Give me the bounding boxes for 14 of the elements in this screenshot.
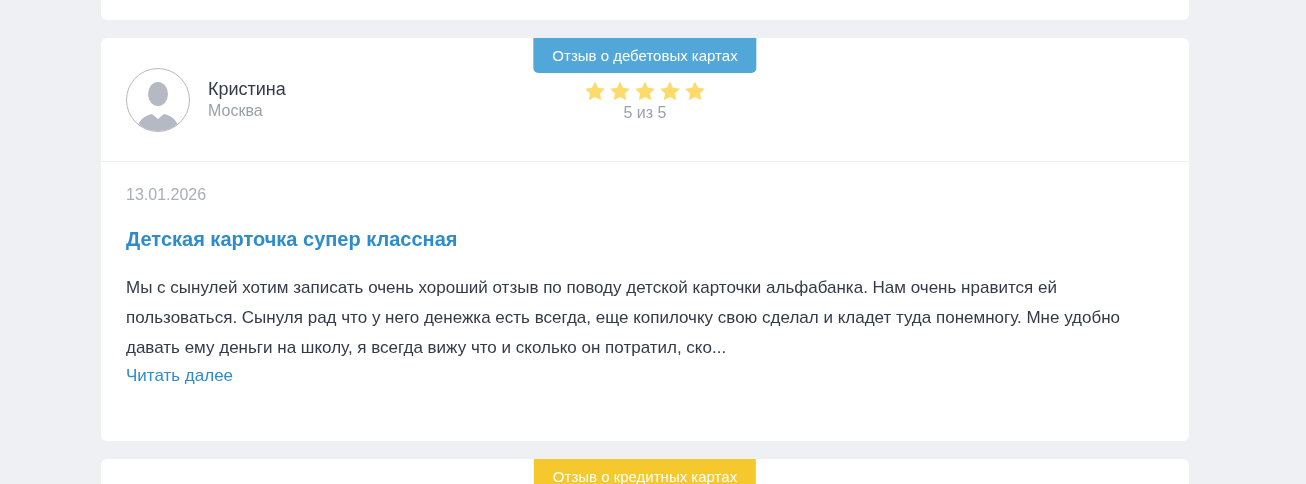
avatar-icon <box>126 67 190 132</box>
review-date: 13.01.2026 <box>126 186 207 204</box>
star-icon <box>658 80 682 102</box>
star-icon <box>633 80 657 102</box>
author-name: Кристина <box>208 79 286 100</box>
star-icon <box>683 80 707 102</box>
review-title: Детская карточка супер классная <box>126 228 458 251</box>
review-text: Мы с сынулей хотим записать очень хороший отзыв по поводу детской карточки альфабанка. Нам очень нравится ей пользоваться. Сынуля рад что у него денежка есть всегда, еще копилочку свою сделал и кладет туда понемногу. Мне удобно давать ему деньги на школу, я всегда вижу что и сколько он потратил, ско... <box>126 277 1122 359</box>
star-icon <box>583 80 607 102</box>
category-tag: Отзыв о дебетовых картах <box>533 38 757 73</box>
star-icon <box>608 80 632 102</box>
read-more-link[interactable]: Читать далее <box>126 363 234 389</box>
rating-text: 5 из 5 <box>623 104 667 122</box>
author-city: Москва <box>208 102 264 120</box>
